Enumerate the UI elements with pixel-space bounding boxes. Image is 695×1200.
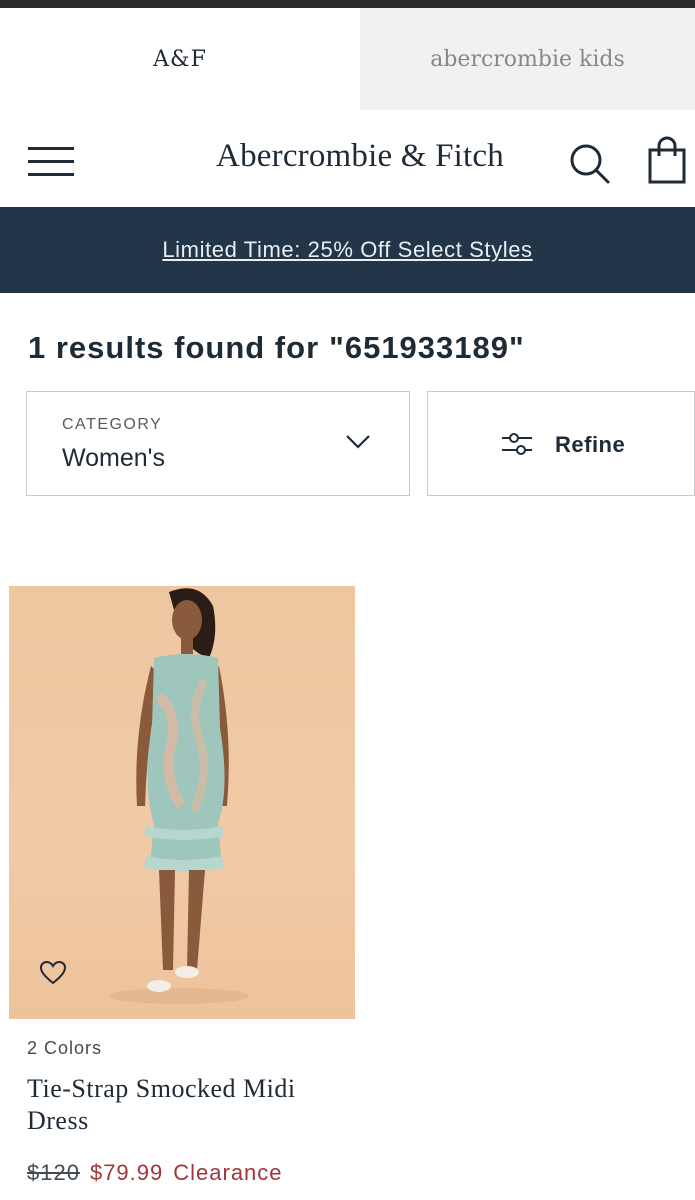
- sliders-icon: [502, 433, 532, 455]
- category-value: Women's: [62, 444, 165, 472]
- original-price: $120: [27, 1160, 80, 1185]
- shopping-bag-icon[interactable]: [645, 136, 689, 186]
- refine-button[interactable]: Refine: [427, 391, 695, 496]
- heart-icon[interactable]: [39, 960, 67, 986]
- chevron-down-icon: [346, 435, 370, 449]
- results-heading: 1 results found for "651933189": [28, 330, 525, 366]
- refine-label: Refine: [555, 432, 626, 457]
- brand-tabs: A&F abercrombie kids: [0, 8, 695, 110]
- sale-price: $79.99: [89, 1160, 164, 1185]
- tab-af[interactable]: A&F: [0, 8, 360, 110]
- price-row: $120 $79.99 Clearance: [27, 1160, 283, 1186]
- product-name-link[interactable]: Tie-Strap Smocked Midi Dress: [27, 1073, 347, 1137]
- tab-abercrombie-kids[interactable]: abercrombie kids: [360, 8, 695, 110]
- category-dropdown[interactable]: CATEGORY Women's: [26, 391, 410, 496]
- category-label: CATEGORY: [62, 416, 163, 433]
- promo-link[interactable]: Limited Time: 25% Off Select Styles: [162, 237, 532, 263]
- product-image[interactable]: [9, 586, 355, 1019]
- product-colors[interactable]: 2 Colors: [27, 1038, 102, 1059]
- clearance-badge: Clearance: [173, 1160, 283, 1185]
- promo-banner: Limited Time: 25% Off Select Styles: [0, 207, 695, 293]
- model-photo: [109, 588, 249, 1004]
- search-icon[interactable]: [566, 140, 612, 186]
- top-edge: [0, 0, 695, 8]
- search-query: "651933189": [329, 330, 525, 365]
- results-count-text: 1 results found for: [28, 330, 320, 365]
- site-header: Abercrombie & Fitch: [0, 110, 695, 207]
